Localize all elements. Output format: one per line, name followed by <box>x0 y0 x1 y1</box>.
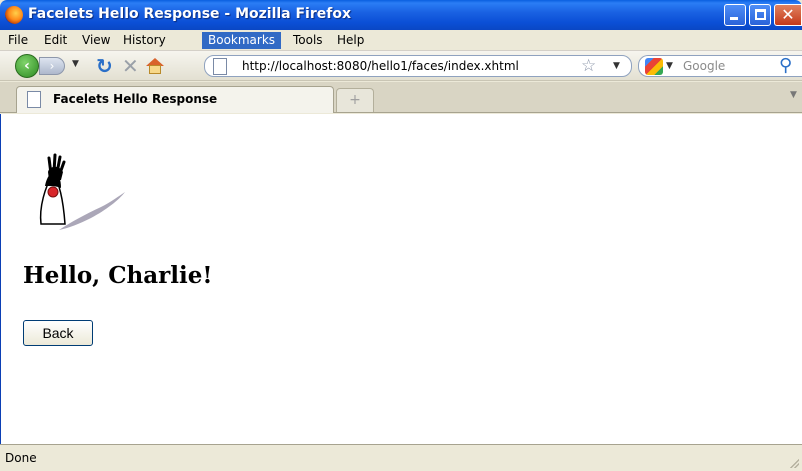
status-bar: Done <box>0 444 802 471</box>
forward-icon: › <box>49 59 55 73</box>
status-text: Done <box>5 451 37 465</box>
url-field[interactable]: http://localhost:8080/hello1/faces/index… <box>242 59 519 73</box>
tab-bar: Facelets Hello Response + ▼ <box>0 82 802 113</box>
menu-view[interactable]: View <box>76 32 116 49</box>
window-title: Facelets Hello Response - Mozilla Firefo… <box>28 6 351 22</box>
minimize-icon <box>730 17 738 20</box>
home-wall <box>149 65 161 74</box>
resize-grip-icon[interactable] <box>789 458 799 468</box>
page-icon <box>27 91 41 108</box>
menu-edit[interactable]: Edit <box>38 32 73 49</box>
menu-bookmarks[interactable]: Bookmarks <box>202 32 282 49</box>
maximize-icon <box>755 9 766 20</box>
page-icon <box>213 58 227 75</box>
navigation-toolbar: ‹ › ▼ ↻ ✕ http://localhost:8080/hello1/f… <box>0 51 802 81</box>
address-bar[interactable]: http://localhost:8080/hello1/faces/index… <box>204 55 632 77</box>
minimize-button[interactable] <box>724 4 746 26</box>
maximize-button[interactable] <box>749 4 771 26</box>
back-button[interactable]: ‹ <box>15 54 39 78</box>
menu-file[interactable]: File <box>2 32 34 49</box>
stop-icon[interactable]: ✕ <box>122 55 139 77</box>
title-bar: Facelets Hello Response - Mozilla Firefo… <box>0 0 802 30</box>
back-icon: ‹ <box>24 58 30 74</box>
page-content: Hello, Charlie! Back <box>0 114 802 444</box>
tab-label: Facelets Hello Response <box>53 92 218 106</box>
search-engine-dropdown-icon[interactable]: ▼ <box>666 61 673 71</box>
tab-list-dropdown-icon[interactable]: ▼ <box>790 90 797 100</box>
search-magnifier-icon[interactable]: ⚲ <box>779 56 792 76</box>
plus-icon: + <box>349 92 361 108</box>
close-icon: ✕ <box>781 5 795 24</box>
forward-button[interactable]: › <box>39 57 65 75</box>
search-input[interactable]: Google <box>683 59 725 73</box>
url-dropdown-icon[interactable]: ▼ <box>613 61 620 71</box>
menu-bar: File Edit View History Bookmarks Tools H… <box>0 30 802 51</box>
duke-mascot-image <box>39 153 125 230</box>
back-button[interactable]: Back <box>23 320 93 346</box>
history-dropdown-icon[interactable]: ▼ <box>72 59 79 69</box>
home-icon[interactable] <box>146 58 164 74</box>
search-engine-icon[interactable] <box>645 58 663 75</box>
menu-history[interactable]: History <box>117 32 172 49</box>
menu-tools[interactable]: Tools <box>287 32 329 49</box>
firefox-icon <box>5 6 23 24</box>
greeting-heading: Hello, Charlie! <box>23 262 213 289</box>
menu-help[interactable]: Help <box>331 32 370 49</box>
close-window-button[interactable]: ✕ <box>774 4 802 26</box>
bookmark-star-icon[interactable]: ☆ <box>581 56 596 76</box>
new-tab-button[interactable]: + <box>336 88 374 112</box>
search-bar[interactable]: ▼ Google ⚲ <box>638 55 802 77</box>
tab-facelets-hello-response[interactable]: Facelets Hello Response <box>16 86 334 113</box>
reload-icon[interactable]: ↻ <box>96 55 113 77</box>
